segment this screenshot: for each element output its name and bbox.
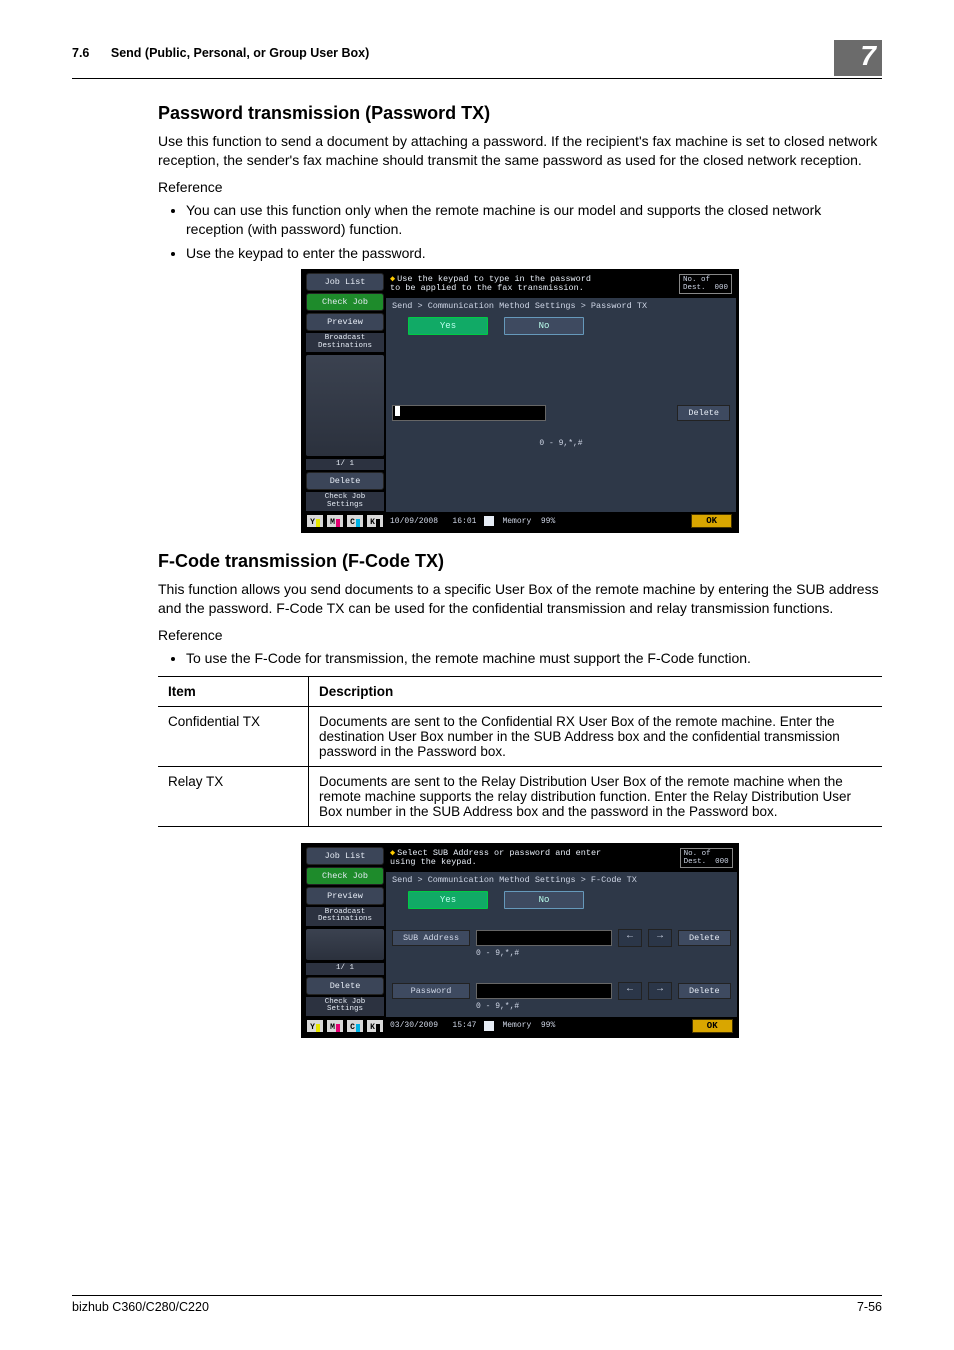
hint-text: ◆Use the keypad to type in the password … xyxy=(390,275,679,294)
delete-input-button[interactable]: Delete xyxy=(678,983,731,999)
status-bar: 10/09/2008 16:01 Memory 99% OK xyxy=(386,512,736,530)
keypad-legend: 0 - 9,*,# xyxy=(392,949,731,958)
check-job-settings[interactable]: Check Job Settings xyxy=(306,997,384,1016)
password-button[interactable]: Password xyxy=(392,983,470,999)
toner-levels: Y M C K xyxy=(304,512,386,530)
section-title: Send (Public, Personal, or Group User Bo… xyxy=(111,46,369,60)
breadcrumb: Send > Communication Method Settings > P… xyxy=(386,298,736,314)
status-icon xyxy=(484,1021,494,1031)
password-tx-description: Use this function to send a document by … xyxy=(158,132,882,170)
table-row: Confidential TX Documents are sent to th… xyxy=(158,706,882,766)
reference-bullet: You can use this function only when the … xyxy=(186,201,882,239)
preview-button[interactable]: Preview xyxy=(306,313,384,331)
table-head-item: Item xyxy=(158,676,309,706)
check-job-tab[interactable]: Check Job xyxy=(306,293,384,311)
arrow-left-icon[interactable]: ← xyxy=(618,982,642,1000)
no-button[interactable]: No xyxy=(504,891,584,909)
dest-count-box: No. of Dest. 000 xyxy=(680,848,733,868)
reference-label: Reference xyxy=(158,626,882,645)
hint-text: ◆Select SUB Address or password and ente… xyxy=(390,849,680,868)
pager: 1/ 1 xyxy=(306,459,384,471)
yes-button[interactable]: Yes xyxy=(408,891,488,909)
heading-password-tx: Password transmission (Password TX) xyxy=(158,103,882,124)
section-number: 7.6 xyxy=(72,46,89,60)
table-head-desc: Description xyxy=(309,676,883,706)
arrow-left-icon[interactable]: ← xyxy=(618,929,642,947)
chapter-tab: 7 xyxy=(834,40,882,76)
ok-button[interactable]: OK xyxy=(692,1019,733,1033)
device-screenshot-password-tx: Job List Check Job Preview Broadcast Des… xyxy=(301,269,739,533)
keypad-legend: 0 - 9,*,# xyxy=(386,437,736,454)
broadcast-destinations-label: Broadcast Destinations xyxy=(306,907,384,926)
keypad-legend: 0 - 9,*,# xyxy=(392,1002,731,1011)
no-button[interactable]: No xyxy=(504,317,584,335)
sub-address-field[interactable] xyxy=(476,930,612,946)
toner-levels: Y M C K xyxy=(304,1017,386,1035)
yes-button[interactable]: Yes xyxy=(408,317,488,335)
breadcrumb: Send > Communication Method Settings > F… xyxy=(386,872,737,888)
item-table: Item Description Confidential TX Documen… xyxy=(158,676,882,827)
delete-button[interactable]: Delete xyxy=(306,472,384,490)
check-job-settings[interactable]: Check Job Settings xyxy=(306,492,384,511)
arrow-right-icon[interactable]: → xyxy=(648,982,672,1000)
pager: 1/ 1 xyxy=(306,963,384,975)
device-screenshot-fcode-tx: Job List Check Job Preview Broadcast Des… xyxy=(301,843,739,1038)
job-list-tab[interactable]: Job List xyxy=(306,847,384,865)
password-field[interactable] xyxy=(476,983,612,999)
arrow-right-icon[interactable]: → xyxy=(648,929,672,947)
footer-page: 7-56 xyxy=(857,1300,882,1314)
job-list-tab[interactable]: Job List xyxy=(306,273,384,291)
page-footer: bizhub C360/C280/C220 7-56 xyxy=(72,1295,882,1314)
password-field[interactable] xyxy=(392,405,546,421)
reference-bullet: To use the F-Code for transmission, the … xyxy=(186,649,882,668)
status-bar: 03/30/2009 15:47 Memory 99% OK xyxy=(386,1017,737,1035)
sub-address-button[interactable]: SUB Address xyxy=(392,930,470,946)
running-header: 7.6 Send (Public, Personal, or Group Use… xyxy=(72,40,882,79)
delete-button[interactable]: Delete xyxy=(306,977,384,995)
preview-button[interactable]: Preview xyxy=(306,887,384,905)
dest-count-box: No. of Dest. 000 xyxy=(679,274,732,294)
check-job-tab[interactable]: Check Job xyxy=(306,867,384,885)
status-icon xyxy=(484,516,494,526)
broadcast-destinations-label: Broadcast Destinations xyxy=(306,333,384,352)
footer-model: bizhub C360/C280/C220 xyxy=(72,1300,209,1314)
delete-input-button[interactable]: Delete xyxy=(678,930,731,946)
reference-bullet: Use the keypad to enter the password. xyxy=(186,244,882,263)
ok-button[interactable]: OK xyxy=(691,514,732,528)
reference-label: Reference xyxy=(158,178,882,197)
fcode-tx-description: This function allows you send documents … xyxy=(158,580,882,618)
delete-input-button[interactable]: Delete xyxy=(677,405,730,421)
heading-fcode-tx: F-Code transmission (F-Code TX) xyxy=(158,551,882,572)
table-row: Relay TX Documents are sent to the Relay… xyxy=(158,766,882,826)
